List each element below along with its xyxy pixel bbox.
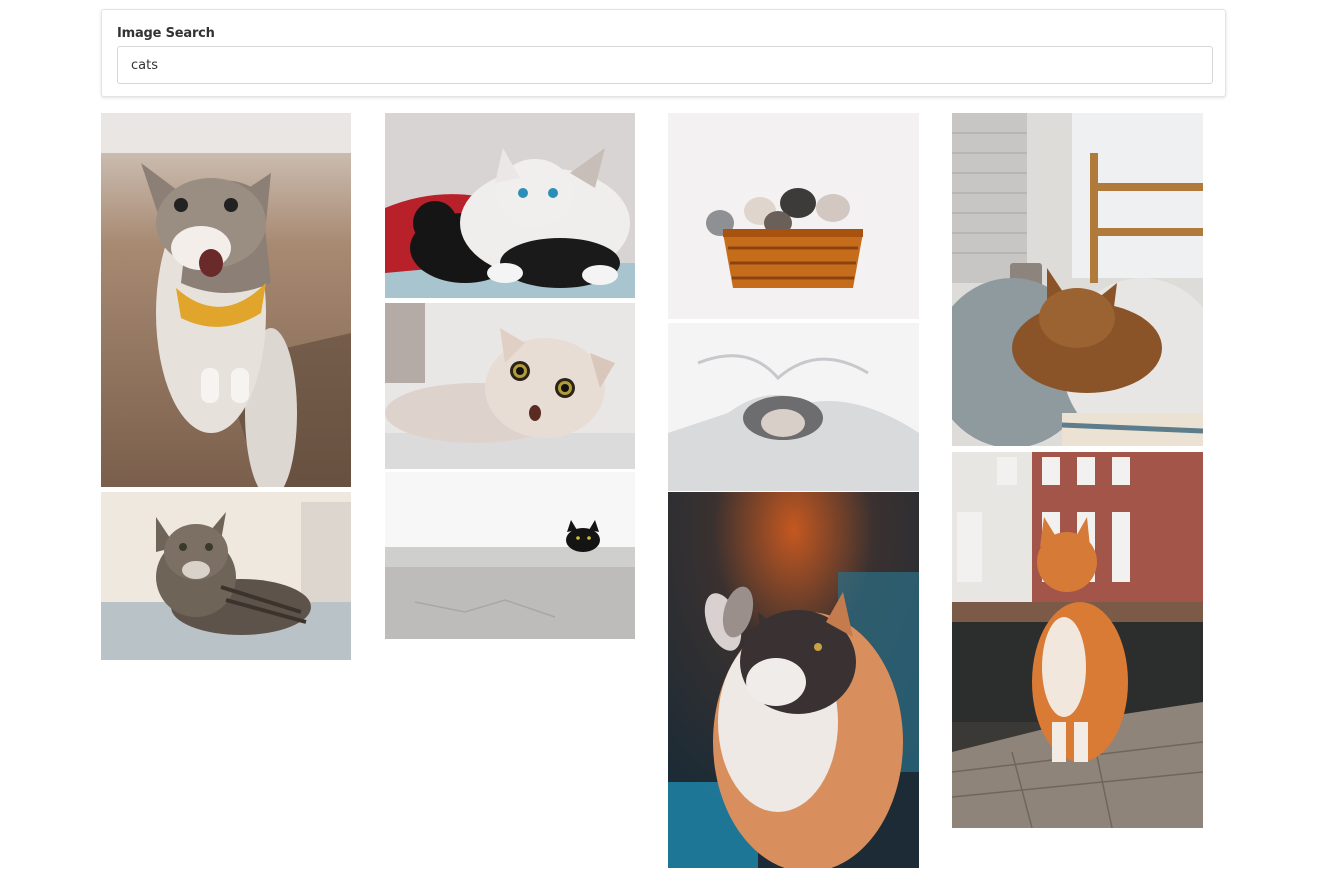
search-label: Image Search — [117, 26, 215, 41]
search-input[interactable] — [117, 46, 1213, 84]
search-panel: Image Search — [101, 9, 1226, 97]
image-result-fluffy-cat-butterfly[interactable] — [668, 492, 919, 868]
image-result-tabby-on-couch[interactable] — [101, 492, 351, 660]
image-result-cat-under-blanket[interactable] — [668, 323, 919, 491]
image-result-cat-peeking-over-wall[interactable] — [385, 472, 635, 639]
image-result-orange-cat-street[interactable] — [952, 452, 1203, 828]
image-result-surprised-cat[interactable] — [385, 303, 635, 469]
image-result-kittens-in-basket[interactable] — [668, 113, 919, 319]
image-result-two-kittens-blue-eyes[interactable] — [385, 113, 635, 298]
image-result-smiling-cat-bandana[interactable] — [101, 113, 351, 487]
image-result-ginger-cat-sleeping[interactable] — [952, 113, 1203, 446]
